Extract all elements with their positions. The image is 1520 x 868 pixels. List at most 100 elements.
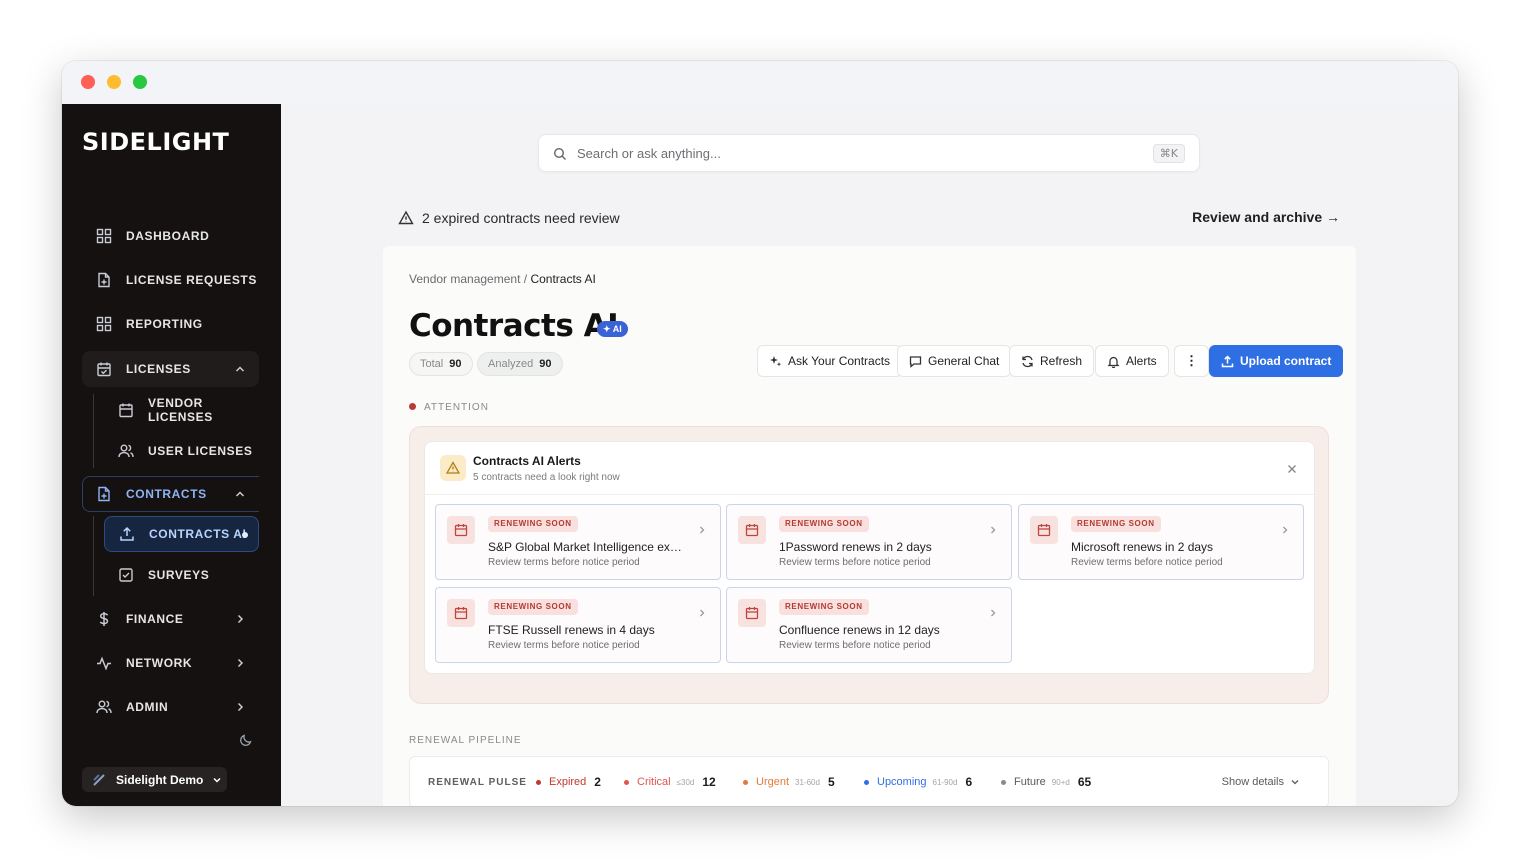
alert-item-title: FTSE Russell renews in 4 days	[488, 623, 655, 637]
upload-icon	[1221, 354, 1234, 368]
stat-label: Urgent	[756, 776, 790, 788]
maximize-window-button[interactable]	[133, 75, 147, 89]
chevron-up-icon	[233, 487, 247, 501]
renewing-soon-badge: RENEWING SOON	[488, 599, 578, 615]
workspace-switcher[interactable]: Sidelight Demo	[82, 767, 227, 792]
show-details-button[interactable]: Show details	[1222, 776, 1300, 788]
sidebar-item-network[interactable]: NETWORK	[82, 645, 259, 681]
alert-item[interactable]: RENEWING SOON S&P Global Market Intellig…	[435, 504, 721, 580]
moon-icon[interactable]	[239, 732, 253, 746]
chevron-up-icon	[233, 362, 247, 376]
close-icon[interactable]	[1286, 460, 1298, 473]
sidebar-item-reporting[interactable]: REPORTING	[82, 306, 259, 342]
alert-item-description: Review terms before notice period	[488, 640, 640, 651]
warning-icon	[398, 210, 414, 226]
stat-critical[interactable]: Critical ≤30d 12	[624, 775, 716, 789]
upload-icon	[119, 526, 135, 542]
breadcrumb-parent[interactable]: Vendor management	[409, 272, 520, 286]
status-dot	[536, 779, 541, 785]
more-options-button[interactable]: ⋮	[1174, 345, 1209, 377]
stat-urgent[interactable]: Urgent 31-60d 5	[743, 775, 835, 789]
renewing-soon-badge: RENEWING SOON	[488, 516, 578, 532]
general-chat-label: General Chat	[928, 354, 1000, 368]
sidebar-item-label: LICENSE REQUESTS	[126, 273, 257, 287]
stat-label: Future	[1014, 776, 1046, 788]
calendar-icon	[447, 516, 475, 544]
refresh-button[interactable]: Refresh	[1009, 345, 1095, 377]
stat-upcoming[interactable]: Upcoming 61-90d 6	[864, 775, 972, 789]
main-content: Search or ask anything... ⌘K 2 expired c…	[281, 104, 1458, 806]
sidebar-item-label: NETWORK	[126, 656, 193, 670]
search-bar[interactable]: Search or ask anything... ⌘K	[538, 134, 1200, 172]
attention-label: ATTENTION	[424, 402, 489, 413]
calendar-icon	[118, 402, 134, 418]
chat-icon	[909, 355, 922, 368]
analyzed-count-pill: Analyzed 90	[477, 352, 563, 376]
sidebar-item-vendor-licenses[interactable]: VENDOR LICENSES	[104, 392, 259, 428]
sidebar-item-licenses[interactable]: LICENSES	[82, 351, 259, 387]
stat-expired[interactable]: Expired 2	[536, 775, 601, 789]
stat-count: 5	[827, 775, 835, 789]
alert-item[interactable]: RENEWING SOON Microsoft renews in 2 days…	[1018, 504, 1304, 580]
alert-item[interactable]: RENEWING SOON 1Password renews in 2 days…	[726, 504, 1012, 580]
alert-item[interactable]: RENEWING SOON Confluence renews in 12 da…	[726, 587, 1012, 663]
review-archive-link[interactable]: Review and archive →	[1192, 209, 1340, 225]
workspace-name: Sidelight Demo	[116, 772, 204, 787]
renewal-pulse-label: RENEWAL PULSE	[428, 777, 527, 788]
chevron-right-icon	[697, 520, 707, 534]
stat-count: 12	[702, 775, 716, 789]
alerts-button[interactable]: Alerts	[1095, 345, 1169, 377]
sidebar-item-label: LICENSES	[126, 362, 191, 376]
contracts-panel: Vendor management / Contracts AI Contrac…	[383, 246, 1356, 806]
sidebar-item-dashboard[interactable]: DASHBOARD	[82, 218, 259, 254]
stat-label: Critical	[637, 776, 671, 788]
stat-future[interactable]: Future 90+d 65	[1001, 775, 1091, 789]
activity-icon	[96, 655, 112, 671]
calendar-icon	[738, 599, 766, 627]
alert-item[interactable]: RENEWING SOON FTSE Russell renews in 4 d…	[435, 587, 721, 663]
sidebar-item-label: CONTRACTS AI	[149, 527, 247, 541]
renewal-pulse-bar: RENEWAL PULSE Expired 2 Critical ≤30d 12…	[409, 756, 1329, 806]
show-details-label: Show details	[1221, 776, 1284, 788]
stat-count: 65	[1077, 775, 1092, 789]
grid-icon	[96, 228, 112, 244]
chevron-right-icon	[233, 612, 247, 626]
sidebar-item-finance[interactable]: FINANCE	[82, 601, 259, 637]
total-label: Total	[420, 358, 444, 370]
stat-range: 90+d	[1051, 777, 1070, 787]
submenu-guide-line	[93, 516, 94, 596]
sidebar-item-contracts-ai[interactable]: CONTRACTS AI	[104, 516, 259, 552]
sparkle-icon	[769, 355, 782, 368]
divider	[425, 494, 1314, 495]
calendar-icon	[447, 599, 475, 627]
calendar-check-icon	[96, 361, 112, 377]
sidebar-item-label: SURVEYS	[148, 568, 210, 582]
renewal-pipeline-label: RENEWAL PIPELINE	[409, 735, 522, 746]
sidebar-item-admin[interactable]: ADMIN	[82, 689, 259, 725]
submenu-guide-line	[93, 394, 94, 468]
sidebar-item-label: REPORTING	[126, 317, 203, 331]
close-window-button[interactable]	[81, 75, 95, 89]
chevron-right-icon	[697, 603, 707, 617]
general-chat-button[interactable]: General Chat	[897, 345, 1012, 377]
status-dot	[864, 779, 869, 785]
refresh-icon	[1021, 355, 1034, 368]
alert-item-description: Review terms before notice period	[1071, 557, 1223, 568]
search-input[interactable]: Search or ask anything...	[577, 146, 721, 161]
alert-item-title: 1Password renews in 2 days	[779, 540, 932, 554]
workspace-logo-icon	[92, 773, 106, 787]
minimize-window-button[interactable]	[107, 75, 121, 89]
ask-contracts-button[interactable]: Ask Your Contracts	[757, 345, 903, 377]
sidebar-item-contracts[interactable]: CONTRACTS	[82, 476, 259, 512]
upload-contract-button[interactable]: Upload contract	[1209, 345, 1344, 377]
attention-container: Contracts AI Alerts 5 contracts need a l…	[409, 426, 1329, 704]
alerts-card: Contracts AI Alerts 5 contracts need a l…	[424, 441, 1315, 674]
brand-logo[interactable]: SIDELIGHT	[82, 128, 229, 156]
chevron-right-icon	[988, 603, 998, 617]
sidebar-item-user-licenses[interactable]: USER LICENSES	[104, 433, 259, 469]
sidebar-item-license-requests[interactable]: LICENSE REQUESTS	[82, 262, 259, 298]
alerts-label: Alerts	[1126, 354, 1157, 368]
sidebar-item-label: DASHBOARD	[126, 229, 210, 243]
sidebar-item-surveys[interactable]: SURVEYS	[104, 557, 259, 593]
chevron-right-icon	[233, 700, 247, 714]
